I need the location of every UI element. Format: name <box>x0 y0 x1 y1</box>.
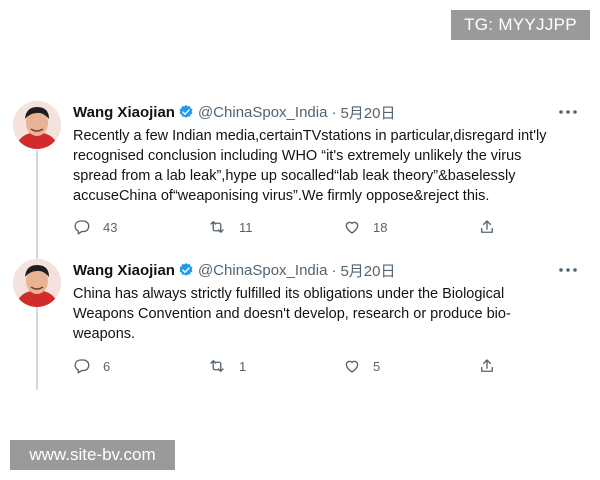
like-button[interactable]: 5 <box>343 355 380 377</box>
more-icon[interactable] <box>556 104 580 120</box>
separator: · <box>331 103 337 121</box>
like-icon <box>345 221 359 234</box>
display-name[interactable]: Wang Xiaojian <box>73 104 175 121</box>
avatar[interactable] <box>13 259 61 307</box>
more-icon[interactable] <box>556 262 580 278</box>
like-count: 18 <box>373 219 388 235</box>
share-button[interactable] <box>478 216 508 238</box>
tweet-text: Recently a few Indian media,certainTVsta… <box>73 128 547 204</box>
reply-count: 6 <box>103 358 111 374</box>
tweet-actions: 6 1 5 <box>73 355 513 377</box>
retweet-button[interactable]: 1 <box>207 355 246 377</box>
display-name[interactable]: Wang Xiaojian <box>73 262 175 279</box>
retweet-count: 11 <box>239 219 253 235</box>
separator: · <box>331 261 337 279</box>
like-icon <box>345 360 359 373</box>
retweet-icon <box>210 221 224 233</box>
verified-badge-icon <box>178 104 194 120</box>
share-button[interactable] <box>478 355 508 377</box>
retweet-count: 1 <box>239 358 247 374</box>
tweet-header: Wang Xiaojian @ChinaSpox_India · 5月20日 <box>73 259 395 281</box>
reply-icon <box>74 220 90 235</box>
timestamp[interactable]: 5月20日 <box>340 102 395 123</box>
tweet-header: Wang Xiaojian @ChinaSpox_India · 5月20日 <box>73 101 395 123</box>
retweet-button[interactable]: 11 <box>207 216 253 238</box>
reply-button[interactable]: 6 <box>73 355 110 377</box>
watermark-top: TG: MYYJJPP <box>451 10 590 40</box>
tweet-text: China has always strictly fulfilled its … <box>73 286 511 342</box>
tweet-actions: 43 11 18 <box>73 216 513 238</box>
share-icon <box>481 220 493 233</box>
timestamp[interactable]: 5月20日 <box>340 260 395 281</box>
retweet-icon <box>210 360 224 372</box>
avatar[interactable] <box>13 101 61 149</box>
watermark-bottom: www.site-bv.com <box>10 440 175 470</box>
handle[interactable]: @ChinaSpox_India <box>198 104 327 121</box>
handle[interactable]: @ChinaSpox_India <box>198 262 327 279</box>
reply-icon <box>74 359 90 374</box>
like-button[interactable]: 18 <box>343 216 387 238</box>
reply-button[interactable]: 43 <box>73 216 117 238</box>
like-count: 5 <box>373 358 381 374</box>
verified-badge-icon <box>178 262 194 278</box>
reply-count: 43 <box>103 219 118 235</box>
share-icon <box>481 359 493 372</box>
